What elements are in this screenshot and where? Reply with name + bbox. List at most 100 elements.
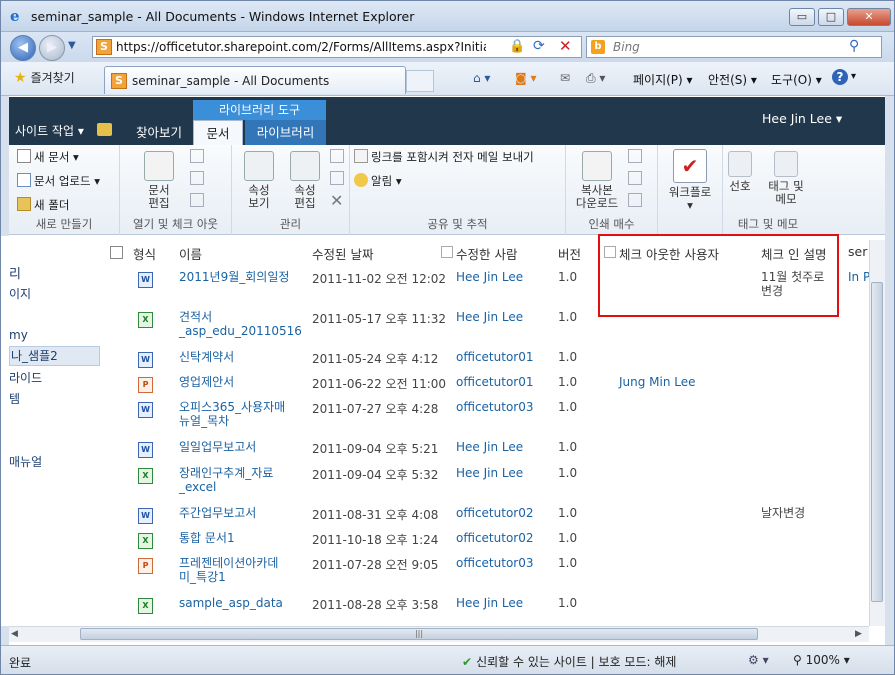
folder-up-icon[interactable] <box>97 123 112 136</box>
new-folder-button[interactable]: 새 폴더 <box>17 197 69 213</box>
column-header-name[interactable]: 이름 <box>179 244 202 263</box>
tools-menu[interactable]: 도구(O) ▾ <box>771 71 822 88</box>
tab-documents[interactable]: 문서 <box>193 120 243 145</box>
tab-browse[interactable]: 찾아보기 <box>126 120 192 145</box>
scroll-right-arrow-icon[interactable]: ▶ <box>855 629 862 639</box>
select-all-checkbox[interactable] <box>110 246 123 259</box>
checkin-icon[interactable] <box>190 171 204 185</box>
document-name-link[interactable]: 견적서 _asp_edu_20110516 <box>179 310 302 338</box>
go-to-source-icon[interactable] <box>628 193 642 207</box>
scroll-left-arrow-icon[interactable]: ◀ <box>11 629 18 639</box>
discard-checkout-icon[interactable] <box>190 193 204 207</box>
alert-me-button[interactable]: 알림 ▾ <box>354 173 402 189</box>
nav-item-library[interactable]: 리 <box>9 263 21 282</box>
manage-copies-icon[interactable] <box>628 171 642 185</box>
nav-item-my[interactable]: my <box>9 328 28 342</box>
favorites-button[interactable]: ★ 즐겨찾기 <box>8 68 81 90</box>
column-header-type[interactable]: 형식 <box>133 244 156 263</box>
document-name-link[interactable]: 신탁계약서 <box>179 350 234 364</box>
back-button[interactable]: ◀ <box>10 35 36 61</box>
edit-document-button[interactable]: 문서 편집 <box>134 151 184 210</box>
document-name-link[interactable]: sample_asp_data <box>179 596 283 610</box>
address-bar[interactable]: S https://officetutor.sharepoint.com/2/F… <box>92 36 582 58</box>
word-document-icon[interactable]: W <box>138 352 153 368</box>
word-document-icon[interactable]: W <box>138 442 153 458</box>
rss-icon[interactable]: ◙ ▾ <box>515 71 536 85</box>
document-name-link[interactable]: 통합 문서1 <box>179 531 235 545</box>
word-document-icon[interactable]: W <box>138 508 153 524</box>
site-actions-menu[interactable]: 사이트 작업 ▾ <box>15 122 84 139</box>
modified-by-link[interactable]: Hee Jin Lee <box>456 270 523 284</box>
page-menu[interactable]: 페이지(P) ▾ <box>633 71 693 88</box>
powerpoint-document-icon[interactable]: P <box>138 377 153 393</box>
nav-item-slide[interactable]: 라이드 <box>9 369 42 386</box>
history-dropdown-icon[interactable]: ▼ <box>68 40 76 51</box>
modified-by-filter-icon[interactable] <box>441 246 453 258</box>
nav-item-template[interactable]: 템 <box>9 390 20 407</box>
search-icon[interactable]: ⚲ <box>849 38 859 54</box>
modified-by-link[interactable]: officetutor02 <box>456 506 533 520</box>
refresh-icon[interactable]: ⟳ <box>533 38 545 54</box>
word-document-icon[interactable]: W <box>138 272 153 288</box>
excel-document-icon[interactable]: X <box>138 533 153 549</box>
column-header-version[interactable]: 버전 <box>558 244 581 263</box>
checkout-icon[interactable] <box>190 149 204 163</box>
trusted-zone[interactable]: ✔ 신뢰할 수 있는 사이트 | 보호 모드: 해제 <box>462 653 676 670</box>
home-icon[interactable]: ⌂ ▾ <box>473 71 490 85</box>
browser-tab[interactable]: S seminar_sample - All Documents <box>104 66 406 94</box>
excel-document-icon[interactable]: X <box>138 598 153 614</box>
column-header-extra[interactable]: ser <box>848 244 867 259</box>
document-name-link[interactable]: 장래인구추계_자료 _excel <box>179 466 273 494</box>
excel-document-icon[interactable]: X <box>138 468 153 484</box>
table-row[interactable]: Xsample_asp_data 2011-08-28 오후 3:58 Hee Ji… <box>100 596 885 626</box>
document-name-link[interactable]: 2011년9월_회의일정 <box>179 270 289 284</box>
download-copy-button[interactable]: 복사본 다운로드 <box>572 151 622 210</box>
mail-icon[interactable]: ✉ <box>560 71 570 85</box>
new-tab-button[interactable] <box>406 70 434 92</box>
i-like-it-button[interactable]: 선호 <box>723 151 757 193</box>
tab-library[interactable]: 라이브러리 <box>245 120 326 145</box>
modified-by-link[interactable]: Hee Jin Lee <box>456 596 523 610</box>
nav-item-manual[interactable]: 매뉴얼 <box>9 453 42 470</box>
nav-item-sample2[interactable]: 나_샘플2 <box>9 346 100 366</box>
modified-by-link[interactable]: officetutor01 <box>456 350 533 364</box>
help-dropdown-icon[interactable]: ▾ <box>851 71 856 82</box>
checked-out-user-link[interactable]: Jung Min Lee <box>619 375 696 389</box>
stop-icon[interactable]: ✕ <box>559 37 572 55</box>
document-name-link[interactable]: 프레젠테이션아카데 미_특강1 <box>179 556 278 584</box>
workflows-button[interactable]: ✔ 워크플로 ▾ <box>663 149 717 212</box>
email-link-button[interactable]: 링크를 포함시켜 전자 메일 보내기 <box>354 149 534 165</box>
zoom-level[interactable]: ⚲ 100% ▾ <box>793 653 850 667</box>
lock-icon[interactable]: 🔒 <box>509 39 525 54</box>
table-row[interactable]: P 프레젠테이션아카데 미_특강1 2011-07-28 오전 9:05 office… <box>100 556 885 594</box>
maximize-button[interactable]: □ <box>818 8 844 26</box>
vertical-scroll-thumb[interactable] <box>871 282 883 602</box>
column-header-modified[interactable]: 수정된 날짜 <box>312 244 373 263</box>
delete-icon[interactable]: ✕ <box>330 191 343 210</box>
column-header-modified-by[interactable]: 수정한 사람 <box>456 244 517 263</box>
document-name-link[interactable]: 영업제안서 <box>179 375 234 389</box>
tags-notes-button[interactable]: 태그 및 메모 <box>761 151 811 206</box>
user-menu[interactable]: Hee Jin Lee ▾ <box>762 111 842 126</box>
excel-document-icon[interactable]: X <box>138 312 153 328</box>
forward-button[interactable]: ▶ <box>39 35 65 61</box>
safety-menu[interactable]: 안전(S) ▾ <box>708 71 757 88</box>
search-box[interactable]: b Bing ⚲ <box>586 36 882 58</box>
table-row[interactable]: X 장래인구추계_자료 _excel 2011-09-04 오후 5:32 Hee J… <box>100 466 885 504</box>
privacy-icon[interactable]: ⚙ ▾ <box>748 653 769 667</box>
view-properties-button[interactable]: 속성 보기 <box>236 151 282 210</box>
horizontal-scroll-thumb[interactable]: ||| <box>80 628 758 640</box>
version-history-icon[interactable] <box>330 149 344 163</box>
send-to-icon[interactable] <box>628 149 642 163</box>
modified-by-link[interactable]: Hee Jin Lee <box>456 440 523 454</box>
nav-item-page[interactable]: 이지 <box>9 285 31 302</box>
permissions-icon[interactable] <box>330 171 344 185</box>
minimize-button[interactable]: ▭ <box>789 8 815 26</box>
modified-by-link[interactable]: officetutor03 <box>456 400 533 414</box>
powerpoint-document-icon[interactable]: P <box>138 558 153 574</box>
table-row[interactable]: W 오피스365_사용자매 뉴얼_목차 2011-07-27 오후 4:28 offi… <box>100 400 885 438</box>
modified-by-link[interactable]: Hee Jin Lee <box>456 310 523 324</box>
document-name-link[interactable]: 일일업무보고서 <box>179 440 256 454</box>
document-name-link[interactable]: 오피스365_사용자매 뉴얼_목차 <box>179 400 285 428</box>
modified-by-link[interactable]: officetutor02 <box>456 531 533 545</box>
